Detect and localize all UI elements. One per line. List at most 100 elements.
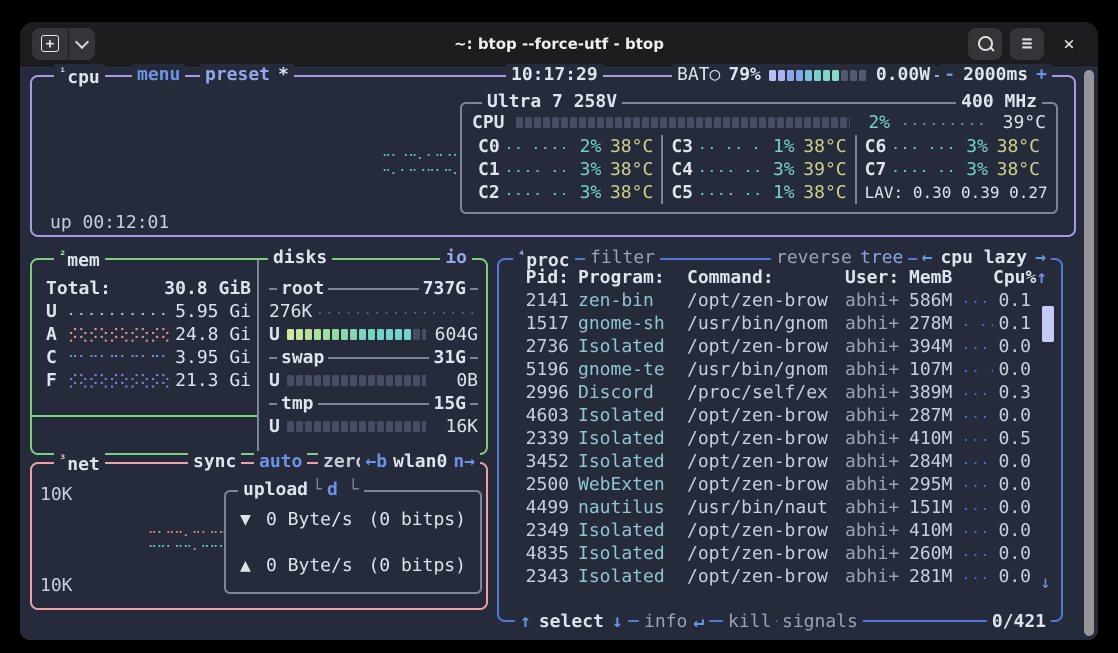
process-row[interactable]: 2141zen-bin/opt/zen-browabhi+586M⠄⠄⠄⠄ ⠄⠂… bbox=[499, 289, 1061, 312]
meter-block bbox=[386, 329, 393, 340]
proc-table-header: Pid: Program: Command: User: MemB Cpu% ↑ bbox=[499, 266, 1061, 289]
sort-direction-icon[interactable]: ↑ bbox=[1031, 267, 1047, 288]
meter-block bbox=[359, 421, 366, 432]
mem-free-graph: ⡪⢕⡪⢕⡪⢕⡪⢕⡪⢕⡪ bbox=[68, 373, 172, 389]
meter-block bbox=[413, 375, 420, 386]
proc-signals-button[interactable]: signals bbox=[777, 611, 863, 633]
net-auto-button[interactable]: auto bbox=[254, 451, 307, 473]
net-next-button[interactable]: n→ bbox=[453, 451, 475, 473]
disk-tmp-used-row: U16K bbox=[269, 415, 478, 438]
battery-meter bbox=[769, 70, 868, 81]
net-box: ³net sync auto zero ←b wlan0 n→ 10K 10K … bbox=[30, 462, 488, 610]
mem-total-row: Total: 30.8 GiB bbox=[46, 277, 251, 300]
disk-root-title: root737G bbox=[269, 277, 478, 300]
headerbar: + ~: btop --force-utf - btop ≡ × bbox=[20, 22, 1098, 66]
net-speed-rows: ▼ 0 Byte/s (0 bitps) ▲ 0 Byte/s (0 bitps… bbox=[226, 492, 480, 577]
process-row[interactable]: 2343Isolated/opt/zen-browabhi+281M⠄⠄⠄⠄⠄⠄… bbox=[499, 565, 1061, 588]
close-button[interactable]: × bbox=[1052, 28, 1086, 60]
meter-block bbox=[588, 117, 595, 128]
interval-decrease-button[interactable]: - bbox=[944, 64, 955, 86]
process-row[interactable]: 2996Discord/proc/self/exabhi+389M⠄⠄⠄⠄⠄⠄⠄… bbox=[499, 381, 1061, 404]
new-tab-dropdown-button[interactable] bbox=[68, 28, 95, 60]
meter-block bbox=[323, 421, 330, 432]
cpu-history-graph: ⠒⠂⠐⠒⠄⠂⠒⠐⠂⠒⠒⠂⠒⠄ ⠒⠄⠂⠒⠐⠒⠂⠒⠄⠒⠂⠐⠒⠂ bbox=[382, 149, 458, 179]
preset-button[interactable]: preset* bbox=[200, 64, 294, 86]
meter-block bbox=[750, 117, 757, 128]
process-row[interactable]: 2349Isolated/opt/zen-browabhi+410M⠄⠄⠄⠄⠄⠄… bbox=[499, 519, 1061, 542]
proc-kill-button[interactable]: kill bbox=[723, 611, 776, 633]
core-column-1: C0⠄⠄ ⠄⠄⠄⠄⠄⠄2%38°CC1⠄⠄⠄⠄ ⠄⠄⠄⠄3%38°CC2⠄⠄⠄⠄… bbox=[470, 135, 661, 204]
disk-root-used-row: U604G bbox=[269, 323, 478, 346]
terminal-scrollbar[interactable] bbox=[1084, 70, 1094, 636]
proc-select-controls: ↑ select ↓ bbox=[515, 611, 628, 633]
net-sync-button[interactable]: sync bbox=[188, 451, 241, 473]
meter-block bbox=[651, 117, 658, 128]
proc-box-number: ⁴ bbox=[518, 248, 525, 262]
process-row[interactable]: 3452Isolated/opt/zen-browabhi+284M⠄⠄⠄⠄⠄⠄… bbox=[499, 450, 1061, 473]
meter-block bbox=[332, 375, 339, 386]
mem-free-row: F⡪⢕⡪⢕⡪⢕⡪⢕⡪⢕⡪21.3 Gi bbox=[46, 369, 251, 392]
menu-button-btop[interactable]: menu bbox=[132, 64, 185, 86]
menu-button[interactable]: ≡ bbox=[1010, 28, 1044, 60]
process-row[interactable]: 4603Isolated/opt/zen-browabhi+287M⠄⠄⠄ ⠄⠄… bbox=[499, 404, 1061, 427]
meter-block bbox=[741, 117, 748, 128]
download-bits: (0 bitps) bbox=[368, 509, 466, 530]
cpu-model: Ultra 7 258V bbox=[482, 91, 622, 113]
mem-total-value: 30.8 GiB bbox=[164, 278, 251, 299]
meter-block bbox=[350, 375, 357, 386]
meter-block bbox=[660, 117, 667, 128]
meter-block bbox=[579, 117, 586, 128]
load-average: LAV: 0.30 0.39 0.27 bbox=[865, 181, 1040, 204]
hamburger-menu-icon: ≡ bbox=[1022, 35, 1033, 53]
cpu-total-temp: 39°C bbox=[988, 112, 1046, 133]
search-button[interactable] bbox=[968, 28, 1002, 60]
select-label[interactable]: select bbox=[539, 611, 604, 633]
net-download-key[interactable]: d bbox=[322, 479, 364, 501]
meter-block bbox=[705, 117, 712, 128]
process-row[interactable]: 4499nautilus/usr/bin/nautabhi+151M⠄⠄⠄⠄⠄⠄… bbox=[499, 496, 1061, 519]
cpu-frequency: 400 MHz bbox=[956, 91, 1042, 113]
scroll-down-icon[interactable]: ↓ bbox=[1040, 572, 1051, 593]
mem-divider bbox=[32, 415, 257, 417]
cpu-total-percent: 2% bbox=[850, 112, 890, 133]
process-row[interactable]: 2339Isolated/opt/zen-browabhi+410M⠄⠄⠄⠄⠄ … bbox=[499, 427, 1061, 450]
meter-block bbox=[323, 375, 330, 386]
select-up-icon[interactable]: ↑ bbox=[520, 611, 531, 633]
meter-block bbox=[359, 329, 366, 340]
meter-block bbox=[859, 70, 866, 81]
disk-tmp-title: tmp15G bbox=[269, 392, 478, 415]
meter-block bbox=[669, 117, 676, 128]
new-tab-button[interactable]: + bbox=[32, 28, 68, 60]
process-row[interactable]: 4835Isolated/opt/zen-browabhi+260M⠄⠄⠄⠄⠄⠄… bbox=[499, 542, 1061, 565]
process-row[interactable]: 5196gnome-te/usr/bin/gnomabhi+107M⠄⠄ ⠄⠄ … bbox=[499, 358, 1061, 381]
meter-block bbox=[787, 70, 794, 81]
process-scrollbar[interactable] bbox=[1042, 306, 1054, 342]
chevron-down-icon bbox=[75, 34, 89, 48]
meter-block bbox=[687, 117, 694, 128]
core-row: C2⠄⠄⠄⠄ ⠄⠄⠄⠄3%38°C bbox=[478, 181, 653, 204]
meter-block bbox=[404, 421, 411, 432]
select-down-icon[interactable]: ↓ bbox=[612, 611, 623, 633]
disks-pane: root737G 276K⠄⠄⠄⠄⠄⠄⠄⠄⠄⠄⠄⠄⠄⠄⠄⠄⠄⠄⠄⠄⠄⠄⠄⠄⠄⠄ … bbox=[261, 260, 486, 438]
process-row[interactable]: 2500WebExten/opt/zen-browabhi+295M⠄⠄⠄⠄⠄⠄… bbox=[499, 473, 1061, 496]
meter-block bbox=[516, 117, 523, 128]
battery-status: BAT○ 79% 0.00W bbox=[672, 64, 935, 86]
proc-info-button[interactable]: info↵ bbox=[639, 611, 709, 633]
meter-block bbox=[831, 117, 838, 128]
process-row[interactable]: 1517gnome-sh/usr/bin/gnomabhi+278M⠄ ⠄⠄⠄⠄… bbox=[499, 312, 1061, 335]
meter-block bbox=[341, 329, 348, 340]
core-row: C5⠄⠄⠄⠄ ⠄⠄⠄⠄1%38°C bbox=[671, 181, 846, 204]
meter-block bbox=[525, 117, 532, 128]
cpu-total-row: CPU 2% ⠄⠄⠄⠄⠄⠄⠄⠄⠄ 39°C bbox=[472, 111, 1046, 134]
interval-increase-button[interactable]: + bbox=[1036, 64, 1047, 86]
net-box-title: ³net bbox=[54, 451, 105, 473]
meter-block bbox=[642, 117, 649, 128]
meter-block bbox=[795, 117, 802, 128]
plus-glyph: + bbox=[46, 37, 54, 51]
core-row: C3⠄⠄ ⠄⠄ ⠄⠄⠄1%38°C bbox=[671, 135, 846, 158]
meter-block bbox=[287, 421, 294, 432]
process-row[interactable]: 2736Isolated/opt/zen-browabhi+394M⠄⠄⠄⠄⠄⠄… bbox=[499, 335, 1061, 358]
mem-available-graph: ⡪⢕⡪⢕⡪⢕⡪⢕⡪⢕⡪ bbox=[68, 327, 172, 343]
net-prev-button[interactable]: ←b bbox=[365, 451, 387, 473]
meter-block bbox=[395, 421, 402, 432]
